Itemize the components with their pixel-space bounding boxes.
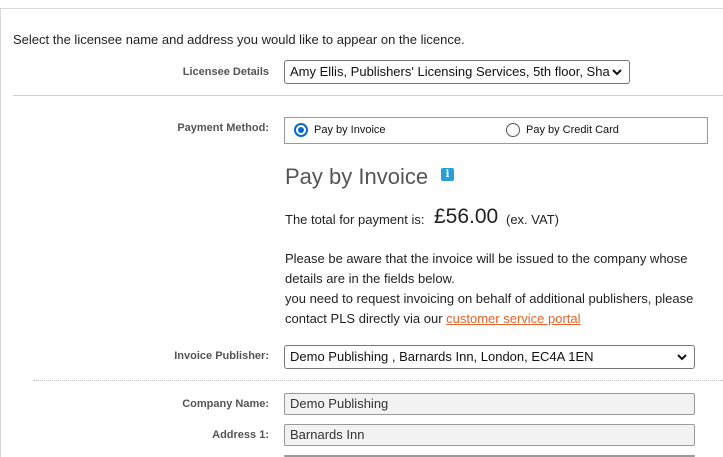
invoice-heading: Pay by Invoice	[285, 164, 429, 189]
address-1-label: Address 1:	[212, 429, 269, 441]
notice-line-4: contact PLS directly via our customer se…	[285, 309, 715, 329]
total-label: The total for payment is:	[285, 212, 425, 227]
licensee-select[interactable]: Amy Ellis, Publishers' Licensing Service…	[284, 60, 630, 84]
panel-top-border	[0, 8, 723, 9]
total-amount: £56.00	[434, 205, 499, 228]
section-divider	[13, 95, 723, 96]
payment-method-group: Pay by Invoice Pay by Credit Card	[284, 117, 708, 144]
company-name-field[interactable]: Demo Publishing	[284, 393, 695, 415]
address-1-field[interactable]: Barnards Inn	[284, 424, 695, 446]
info-icon[interactable]: i	[441, 168, 454, 181]
dotted-divider	[33, 380, 723, 381]
invoice-publisher-select-value: Demo Publishing , Barnards Inn, London, …	[290, 349, 594, 364]
chevron-down-icon	[612, 69, 622, 76]
company-name-label: Company Name:	[182, 398, 269, 410]
customer-service-portal-link[interactable]: customer service portal	[446, 311, 580, 326]
notice-line-3: you need to request invoicing on behalf …	[285, 291, 694, 306]
licensee-label: Licensee Details	[182, 66, 269, 78]
invoice-publisher-select[interactable]: Demo Publishing , Barnards Inn, London, …	[284, 345, 695, 369]
notice-line-1: Please be aware that the invoice will be…	[285, 251, 688, 266]
notice-line-2: details are in the fields below.	[285, 271, 455, 286]
pay-by-invoice-label[interactable]: Pay by Invoice	[314, 124, 386, 136]
chevron-down-icon	[677, 354, 687, 361]
pay-by-credit-card-radio[interactable]	[506, 123, 520, 137]
invoice-notice: Please be aware that the invoice will be…	[285, 249, 715, 329]
panel-left-border	[0, 8, 1, 457]
licensee-select-value: Amy Ellis, Publishers' Licensing Service…	[290, 64, 610, 79]
notice-line-4-prefix: contact PLS directly via our	[285, 311, 447, 326]
payment-method-label: Payment Method:	[177, 122, 269, 134]
intro-text: Select the licensee name and address you…	[13, 32, 465, 47]
pay-by-invoice-radio[interactable]	[294, 123, 308, 137]
vat-note: (ex. VAT)	[506, 212, 559, 227]
pay-by-credit-card-label[interactable]: Pay by Credit Card	[526, 124, 619, 136]
invoice-publisher-label: Invoice Publisher:	[174, 350, 269, 362]
